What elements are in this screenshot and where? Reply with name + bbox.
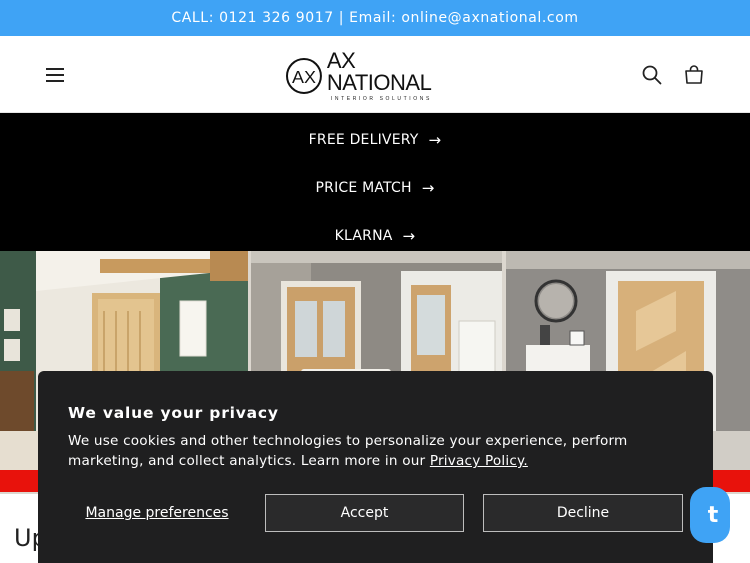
cookie-consent-banner: We value your privacy We use cookies and…: [38, 371, 713, 563]
arrow-right-icon: →: [402, 227, 416, 245]
logo-mark-icon: AX: [285, 58, 322, 94]
site-header: AX AX NATIONAL INTERIOR SOLUTIONS: [0, 36, 750, 113]
promo-bar: FREE DELIVERY → PRICE MATCH → KLARNA →: [0, 113, 750, 251]
promo-label: FREE DELIVERY: [308, 132, 419, 148]
promo-label: PRICE MATCH: [315, 180, 412, 196]
search-icon[interactable]: [641, 64, 663, 86]
logo-name: AX NATIONAL: [326, 48, 432, 95]
privacy-policy-link[interactable]: Privacy Policy.: [430, 453, 528, 469]
cookie-title: We value your privacy: [68, 404, 279, 422]
logo-mark-text: AX: [292, 67, 316, 87]
cookie-description: We use cookies and other technologies to…: [68, 431, 678, 471]
promo-price-match[interactable]: PRICE MATCH →: [0, 176, 750, 200]
promo-klarna[interactable]: KLARNA →: [0, 224, 750, 248]
cookie-body: We use cookies and other technologies to…: [68, 433, 628, 469]
accept-button[interactable]: Accept: [265, 494, 464, 532]
promo-free-delivery[interactable]: FREE DELIVERY →: [0, 128, 750, 152]
chat-label: t: [707, 502, 719, 528]
logo-tagline: INTERIOR SOLUTIONS: [330, 96, 432, 102]
announcement-bar: CALL: 0121 326 9017 | Email: online@axna…: [0, 0, 750, 36]
announcement-text: CALL: 0121 326 9017 | Email: online@axna…: [171, 10, 579, 26]
manage-preferences-button[interactable]: Manage preferences: [68, 494, 246, 532]
cart-icon[interactable]: [683, 64, 705, 86]
logo[interactable]: AX AX NATIONAL INTERIOR SOLUTIONS: [285, 50, 465, 102]
chat-button[interactable]: t: [690, 487, 730, 543]
promo-label: KLARNA: [334, 228, 393, 244]
arrow-right-icon: →: [421, 179, 435, 197]
arrow-right-icon: →: [428, 131, 442, 149]
menu-icon[interactable]: [44, 64, 66, 86]
decline-button[interactable]: Decline: [483, 494, 683, 532]
